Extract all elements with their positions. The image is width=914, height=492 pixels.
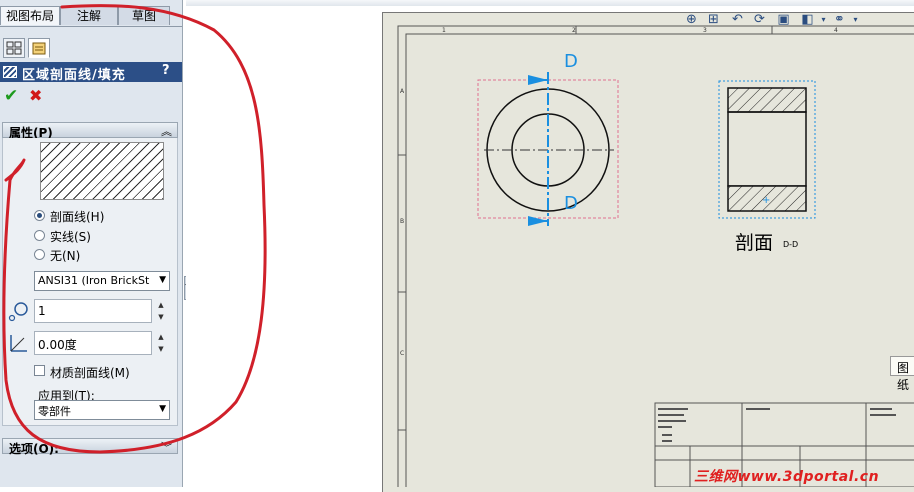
section-letter-bottom[interactable]: D (564, 193, 578, 214)
view-orientation-icon[interactable]: ▣ (776, 12, 791, 27)
ruler-label-left: A (400, 88, 405, 95)
section-letter-top[interactable]: D (564, 51, 578, 72)
ruler-label-top: 1 (442, 27, 446, 34)
section-view-label: D-D (783, 240, 799, 249)
sheet-outer-border (397, 25, 914, 487)
sheet-tooltip: 图纸 (890, 356, 914, 392)
display-style-icon[interactable]: ◧ (800, 12, 815, 27)
zoom-to-fit-icon[interactable]: ⊕ (684, 12, 699, 27)
title-block-fine-print (658, 408, 896, 442)
section-body (727, 111, 807, 187)
section-view-title[interactable]: 剖面 (735, 228, 773, 255)
zoom-area-icon[interactable]: ⊞ (706, 12, 721, 27)
heads-up-view-toolbar: ⊕ ⊞ ↶ ⟳ ▣ ◧ ▾ ⚭ ▾ (684, 10, 860, 30)
previous-view-icon[interactable]: ↶ (730, 12, 745, 27)
svg-text:+: + (762, 195, 770, 206)
ruler-label-left: C (400, 350, 405, 357)
ruler-label-top: 2 (572, 27, 576, 34)
hatched-region-top (727, 87, 807, 113)
dropdown-arrow-icon[interactable]: ▾ (816, 12, 831, 27)
rebuild-icon[interactable]: ⟳ (752, 12, 767, 27)
ruler-label-left: B (400, 218, 405, 225)
tooltip-text: 图纸 (897, 361, 910, 392)
watermark: 三维网www.3dportal.cn (694, 469, 880, 485)
drawing-overlay: + (397, 25, 914, 487)
hide-show-items-icon[interactable]: ⚭ (832, 12, 847, 27)
sheet-inner-border (405, 33, 914, 487)
dropdown-arrow-icon[interactable]: ▾ (848, 12, 863, 27)
